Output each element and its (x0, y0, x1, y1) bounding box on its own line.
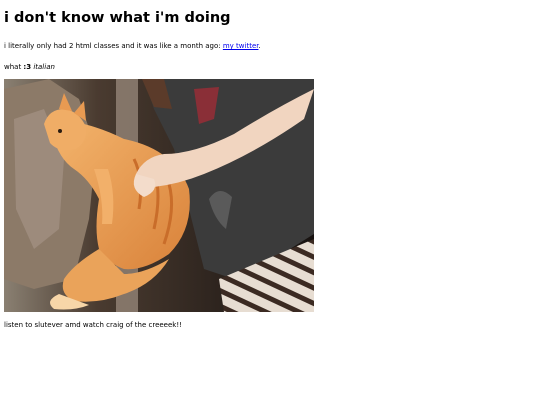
intro-text: i literally only had 2 html classes and … (4, 42, 223, 50)
what-prefix: what (4, 63, 24, 71)
what-italic: italian (33, 63, 55, 71)
what-bold: :3 (23, 63, 32, 71)
page-heading: i don't know what i'm doing (4, 10, 231, 26)
twitter-link[interactable]: my twitter (223, 42, 259, 50)
footer-text: listen to slutever amd watch craig of th… (4, 321, 182, 329)
intro-paragraph: i literally only had 2 html classes and … (4, 41, 540, 51)
what-line: what :3 italian (4, 62, 540, 72)
intro-trailing: . (258, 42, 261, 50)
cat-photo-illustration (4, 79, 314, 312)
cat-photo (4, 79, 314, 312)
